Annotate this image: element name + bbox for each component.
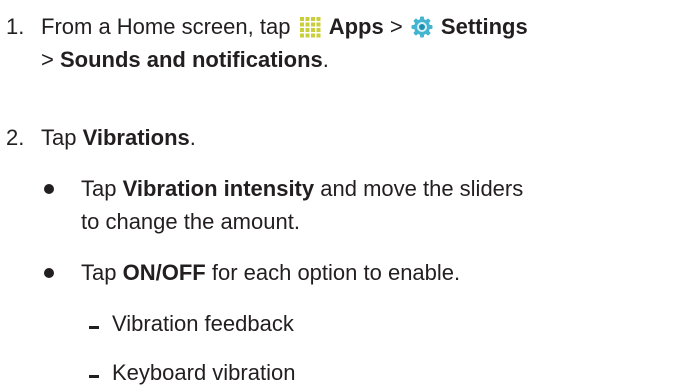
apps-label: Apps [328, 14, 384, 39]
step-2-number: 2. [6, 125, 25, 150]
bullet-1-line-1: Tap Vibration intensity and move the sli… [81, 176, 524, 201]
bullet [44, 184, 54, 194]
dash [89, 326, 99, 329]
step-1-text: From a Home screen, tap [41, 14, 291, 39]
bullet-2-line: Tap ON/OFF for each option to enable. [81, 260, 461, 285]
sounds-notifications-label: Sounds and notifications [59, 47, 323, 72]
step-2-line: Tap Vibrations. [41, 125, 196, 150]
on-off-label: ON/OFF [122, 260, 206, 285]
sub-item: Keyboard vibration [112, 360, 296, 385]
settings-gear-icon [411, 16, 433, 38]
settings-label: Settings [440, 14, 528, 39]
bullet [44, 268, 54, 278]
vibrations-label: Vibrations [82, 125, 190, 150]
separator: > [389, 14, 403, 39]
apps-grid-icon [299, 16, 321, 38]
step-1-line-2: > Sounds and notifications. [41, 47, 329, 72]
sub-item: Vibration feedback [112, 311, 294, 336]
dash [89, 375, 99, 378]
step-1-line-1: From a Home screen, tap Apps > Settings [41, 13, 528, 41]
vibration-intensity-label: Vibration intensity [122, 176, 315, 201]
bullet-1-line-2: to change the amount. [81, 209, 300, 234]
step-1-number: 1. [6, 14, 25, 39]
separator: > [41, 47, 54, 72]
